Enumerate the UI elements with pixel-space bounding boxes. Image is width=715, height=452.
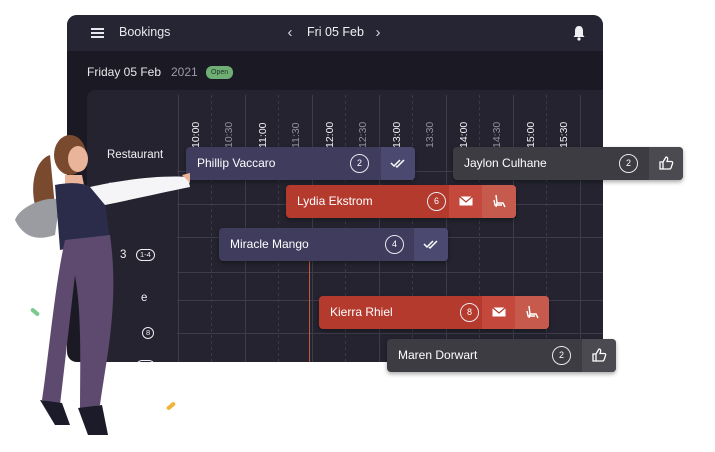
guest-name: Miracle Mango [230, 237, 309, 251]
time-label: 14:00 [458, 121, 470, 148]
booking-card[interactable]: Maren Dorwart 2 [387, 339, 616, 372]
prev-day-button[interactable]: ‹ [283, 23, 297, 43]
time-label: 15:30 [558, 121, 570, 148]
row-divider [177, 272, 603, 273]
guest-name: Maren Dorwart [398, 348, 478, 362]
time-label: 12:00 [324, 121, 336, 148]
booking-card[interactable]: Kierra Rhiel 8 [319, 296, 549, 329]
seat-button[interactable] [482, 185, 516, 218]
seat-icon [493, 194, 506, 208]
booking-card[interactable]: Miracle Mango 4 [219, 228, 448, 261]
day-label: Friday 05 Feb [87, 65, 162, 79]
guest-count: 2 [619, 154, 638, 173]
seated-button[interactable] [414, 228, 448, 261]
mail-button[interactable] [482, 296, 516, 329]
menu-icon[interactable] [91, 28, 104, 38]
illustration-person [15, 135, 190, 435]
guest-name: Phillip Vaccaro [197, 156, 276, 170]
thumbs-up-icon [659, 156, 674, 170]
booking-card[interactable]: Lydia Ekstrom 6 [286, 185, 516, 218]
grid-line [211, 95, 212, 362]
mail-button[interactable] [449, 185, 483, 218]
booking-card[interactable]: Phillip Vaccaro 2 [186, 147, 415, 180]
next-day-button[interactable]: › [371, 23, 385, 43]
guest-name: Jaylon Culhane [464, 156, 547, 170]
current-date: Fri 05 Feb [307, 25, 364, 39]
guest-count: 2 [552, 346, 571, 365]
status-badge: Open [206, 66, 234, 79]
time-label: 13:30 [424, 121, 436, 148]
time-label: 11:00 [257, 122, 269, 149]
double-check-icon [390, 159, 405, 169]
app-title: Bookings [119, 25, 171, 39]
bell-icon[interactable] [572, 25, 586, 41]
mail-icon [459, 196, 473, 206]
guest-name: Kierra Rhiel [330, 305, 393, 319]
seated-button[interactable] [381, 147, 415, 180]
time-label: 12:30 [357, 121, 369, 148]
guest-count: 6 [427, 192, 446, 211]
confirm-button[interactable] [582, 339, 616, 372]
guest-count: 4 [385, 235, 404, 254]
time-label: 14:30 [491, 121, 503, 148]
guest-count: 2 [350, 154, 369, 173]
time-label: 13:00 [391, 121, 403, 148]
seat-icon [526, 305, 539, 319]
booking-card[interactable]: Jaylon Culhane 2 [453, 147, 683, 180]
row-divider [177, 333, 603, 334]
year-label: 2021 [171, 65, 198, 79]
thumbs-up-icon [592, 348, 607, 362]
time-label: 10:30 [223, 121, 235, 148]
time-label: 11:30 [290, 122, 302, 149]
mail-icon [492, 307, 506, 317]
double-check-icon [423, 240, 438, 250]
grid-line [580, 95, 581, 362]
guest-count: 8 [460, 303, 479, 322]
guest-name: Lydia Ekstrom [297, 194, 373, 208]
top-bar: Bookings ‹ Fri 05 Feb › [67, 15, 603, 51]
confirm-button[interactable] [649, 147, 683, 180]
time-label: 10:00 [190, 121, 202, 148]
time-label: 15:00 [525, 121, 537, 148]
seat-button[interactable] [515, 296, 549, 329]
